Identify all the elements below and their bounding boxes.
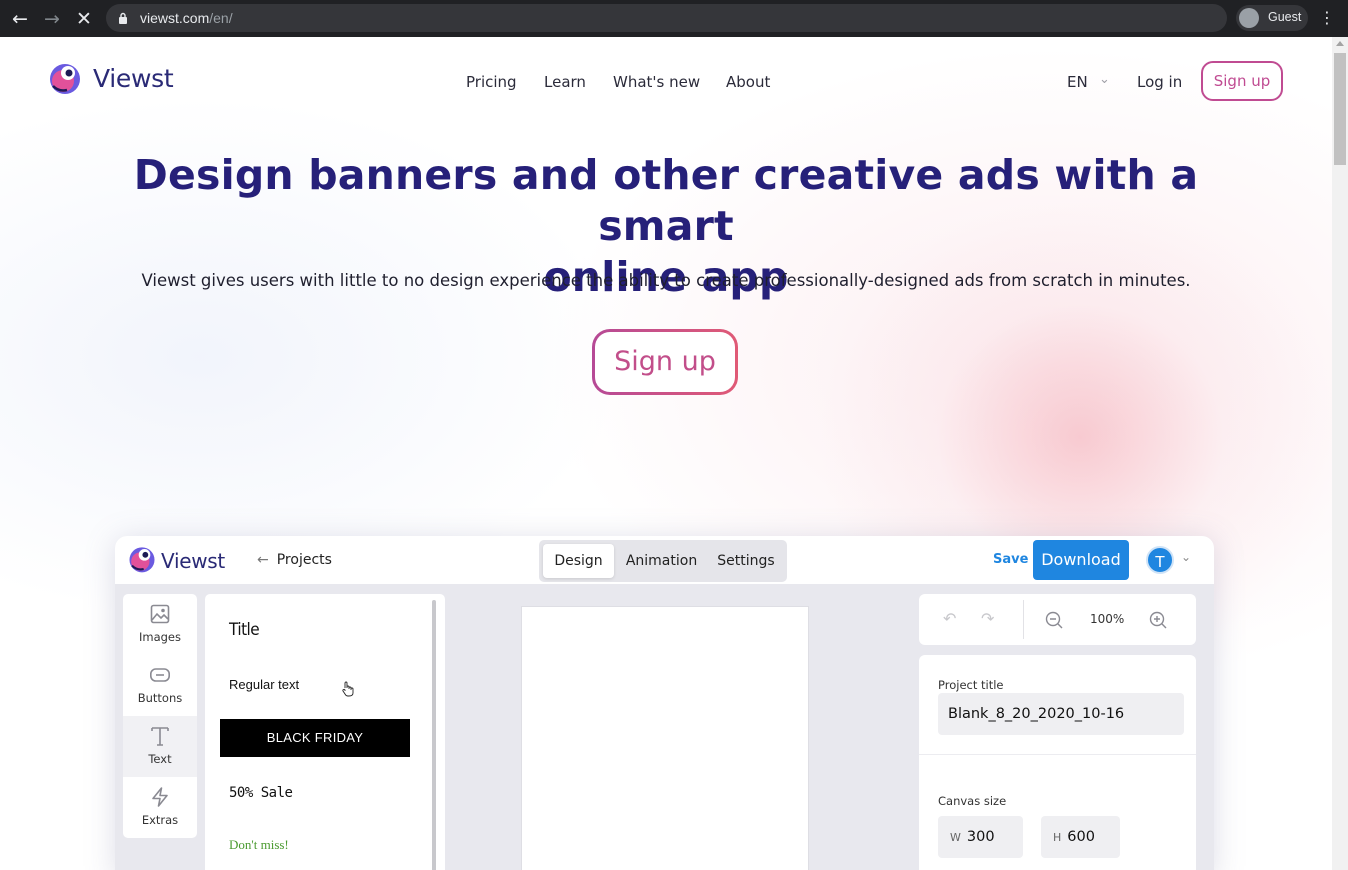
user-avatar: T bbox=[1146, 546, 1174, 574]
design-canvas bbox=[521, 606, 809, 870]
width-key: W bbox=[950, 831, 961, 844]
text-icon bbox=[151, 727, 169, 746]
undo-icon: ↶ bbox=[943, 609, 957, 628]
login-link[interactable]: Log in bbox=[1137, 73, 1182, 91]
download-button: Download bbox=[1033, 540, 1129, 580]
preset-regular-text: Regular text bbox=[229, 677, 300, 692]
zoom-out-icon bbox=[1045, 611, 1063, 629]
menu-dots-icon[interactable]: ⋮ bbox=[1318, 8, 1336, 28]
profile-avatar-icon bbox=[1239, 8, 1259, 28]
hero-signup-button[interactable]: Sign up bbox=[592, 329, 738, 395]
preset-dont-miss: Don't miss! bbox=[229, 837, 289, 852]
zoom-toolbar: ↶ ↷ 100% bbox=[919, 594, 1196, 645]
arrow-left-icon: ← bbox=[257, 552, 269, 568]
sidebar-label-extras: Extras bbox=[141, 813, 179, 827]
sidebar-item-text: Text bbox=[123, 716, 197, 777]
chameleon-logo-icon bbox=[50, 64, 80, 94]
sidebar-item-buttons: Buttons bbox=[123, 655, 197, 716]
properties-panel: Project title Blank_8_20_2020_10-16 Canv… bbox=[919, 655, 1196, 870]
app-topbar: Viewst ← Projects Design Animation Settin… bbox=[115, 536, 1214, 584]
hero-title-line1: Design banners and other creative ads wi… bbox=[133, 151, 1199, 250]
app-brand-name: Viewst bbox=[161, 549, 225, 573]
nav-learn[interactable]: Learn bbox=[544, 73, 586, 91]
redo-icon: ↷ bbox=[981, 609, 995, 628]
preset-sale: 50% Sale bbox=[229, 785, 293, 801]
profile-label: Guest bbox=[1268, 10, 1302, 24]
sidebar-item-extras: Extras bbox=[123, 777, 197, 838]
tool-sidebar: Images Buttons Text Extras bbox=[123, 594, 197, 838]
projects-back-link: ← Projects bbox=[257, 552, 332, 568]
button-icon bbox=[150, 668, 170, 682]
page-viewport: Viewst Pricing Learn What's new About EN… bbox=[0, 37, 1332, 870]
language-selector[interactable]: EN ⌄ bbox=[1067, 72, 1110, 91]
canvas-size-label: Canvas size bbox=[938, 794, 1007, 808]
project-title-field: Blank_8_20_2020_10-16 bbox=[938, 693, 1184, 735]
text-presets-panel: Title Regular text BLACK FRIDAY 50% Sale… bbox=[205, 594, 445, 870]
hero-subtitle: Viewst gives users with little to no des… bbox=[141, 271, 1191, 290]
projects-label: Projects bbox=[276, 552, 332, 568]
profile-button[interactable]: Guest bbox=[1236, 5, 1308, 31]
nav-whats-new[interactable]: What's new bbox=[613, 73, 700, 91]
address-bar[interactable]: viewst.com/en/ bbox=[106, 4, 1227, 32]
sidebar-item-images: Images bbox=[123, 594, 197, 655]
scroll-up-arrow-icon[interactable] bbox=[1336, 41, 1344, 46]
save-button: Save bbox=[993, 552, 1029, 567]
app-tabs: Design Animation Settings bbox=[539, 540, 787, 582]
toolbar-divider bbox=[1023, 600, 1024, 639]
preset-black-banner: BLACK FRIDAY bbox=[220, 719, 410, 757]
sidebar-label-images: Images bbox=[138, 630, 181, 644]
chevron-down-icon: ⌄ bbox=[1181, 550, 1192, 564]
canvas-height-field: H 600 bbox=[1041, 816, 1120, 858]
project-title-label: Project title bbox=[938, 678, 1004, 692]
height-key: H bbox=[1053, 831, 1062, 844]
zoom-level: 100% bbox=[1090, 612, 1125, 626]
brand-name: Viewst bbox=[93, 64, 174, 93]
width-value: 300 bbox=[966, 829, 995, 845]
nav-pricing[interactable]: Pricing bbox=[466, 73, 517, 91]
chameleon-logo-icon bbox=[129, 547, 155, 573]
url-text: viewst.com/en/ bbox=[140, 10, 233, 26]
nav-about[interactable]: About bbox=[726, 73, 770, 91]
canvas-width-field: W 300 bbox=[938, 816, 1023, 858]
sidebar-label-text: Text bbox=[148, 752, 172, 766]
zoom-in-icon bbox=[1149, 611, 1167, 629]
header-signup-button[interactable]: Sign up bbox=[1201, 61, 1283, 101]
panel-divider bbox=[919, 754, 1196, 755]
hand-cursor-icon bbox=[342, 681, 354, 697]
page-scrollbar[interactable] bbox=[1332, 37, 1348, 870]
chevron-down-icon: ⌄ bbox=[1099, 72, 1110, 87]
preset-title: Title bbox=[229, 620, 260, 640]
height-value: 600 bbox=[1067, 829, 1095, 845]
tab-animation: Animation bbox=[625, 553, 698, 569]
hero-signup-label: Sign up bbox=[595, 332, 735, 392]
stop-loading-icon[interactable]: ✕ bbox=[71, 6, 97, 32]
scrollbar-thumb[interactable] bbox=[1334, 53, 1346, 165]
back-arrow-icon[interactable]: ← bbox=[7, 6, 33, 32]
app-screenshot: Viewst ← Projects Design Animation Settin… bbox=[115, 536, 1214, 870]
tab-design: Design bbox=[543, 544, 614, 578]
panel-scrollbar bbox=[432, 600, 436, 870]
sidebar-label-buttons: Buttons bbox=[137, 691, 183, 705]
lock-icon bbox=[119, 12, 127, 24]
image-icon bbox=[150, 604, 170, 624]
tab-settings: Settings bbox=[717, 553, 775, 569]
forward-arrow-icon[interactable]: → bbox=[39, 6, 65, 32]
browser-toolbar: ← → ✕ viewst.com/en/ Guest ⋮ bbox=[0, 0, 1348, 37]
lightning-icon bbox=[152, 787, 168, 807]
language-label: EN bbox=[1067, 73, 1088, 91]
